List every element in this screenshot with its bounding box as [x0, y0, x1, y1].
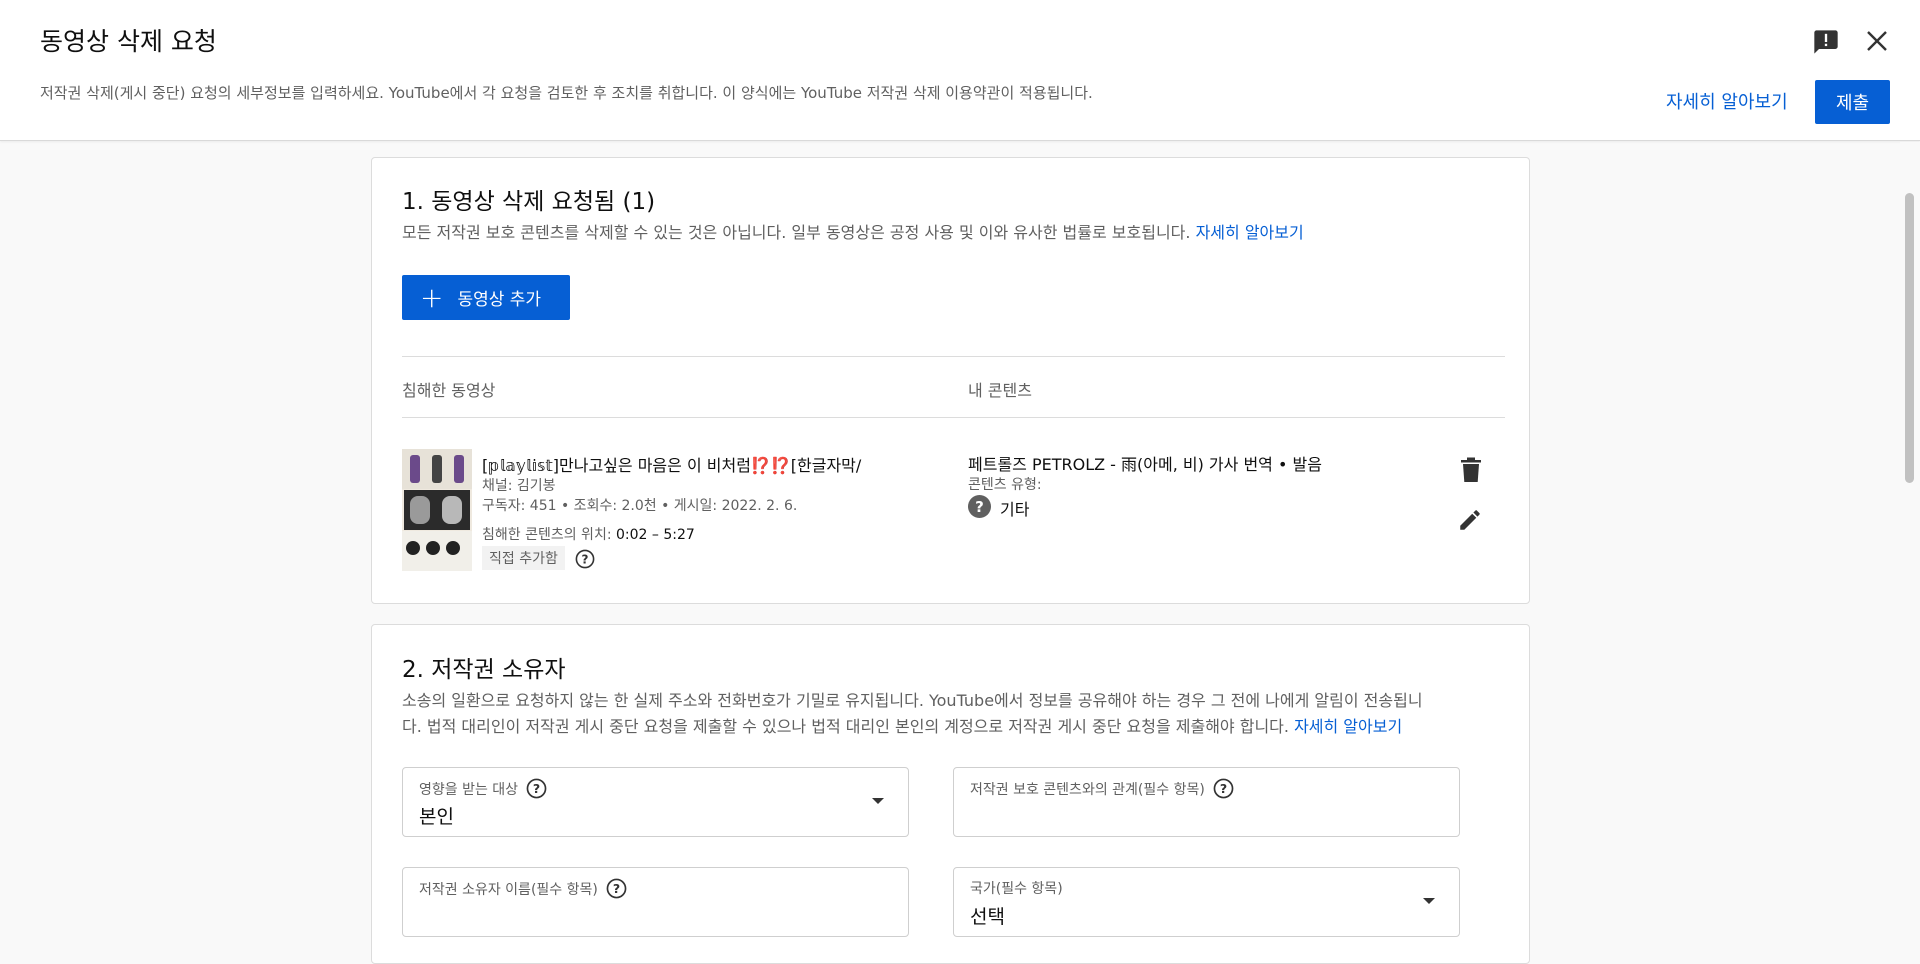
scrollbar-thumb[interactable] — [1905, 193, 1914, 483]
learn-more-link[interactable]: 자세히 알아보기 — [1666, 88, 1788, 114]
close-icon — [1867, 31, 1887, 51]
owner-name-field[interactable]: 저작권 소유자 이름(필수 항목) ? — [402, 867, 909, 937]
column-header-infringing: 침해한 동영상 — [402, 381, 496, 400]
section-title: 2. 저작권 소유자 — [402, 657, 566, 683]
added-manually-chip: 직접 추가함 — [482, 546, 565, 570]
question-icon: ? — [968, 495, 991, 518]
add-video-button[interactable]: + 동영상 추가 — [402, 275, 570, 320]
submit-button[interactable]: 제출 — [1815, 80, 1890, 124]
help-icon[interactable]: ? — [574, 548, 596, 570]
svg-text:?: ? — [533, 781, 540, 796]
infringing-location: 침해한 콘텐츠의 위치: 0:02 – 5:27 — [482, 527, 695, 543]
edit-button[interactable] — [1455, 505, 1485, 535]
dropdown-arrow-icon — [872, 798, 884, 804]
content-type-value: 기타 — [1000, 500, 1030, 519]
svg-text:?: ? — [1220, 781, 1227, 796]
removal-requested-section: 1. 동영상 삭제 요청됨 (1) 모든 저작권 보호 콘텐츠를 삭제할 수 있… — [371, 157, 1530, 604]
content-type-label: 콘텐츠 유형: — [968, 477, 1042, 493]
section-title: 1. 동영상 삭제 요청됨 (1) — [402, 189, 656, 215]
divider — [402, 356, 1505, 357]
divider — [402, 417, 1505, 418]
section-description: 소송의 일환으로 요청하지 않는 한 실제 주소와 전화번호가 기밀로 유지됩니… — [402, 691, 1423, 736]
video-stats: 구독자: 451 • 조회수: 2.0천 • 게시일: 2022. 2. 6. — [482, 498, 798, 514]
location-value: 0:02 – 5:27 — [616, 527, 695, 543]
page-description: 저작권 삭제(게시 중단) 요청의 세부정보를 입력하세요. YouTube에서… — [40, 84, 1093, 102]
dropdown-arrow-icon — [1423, 898, 1435, 904]
affected-party-value: 본인 — [419, 806, 454, 828]
page-header: 동영상 삭제 요청 저작권 삭제(게시 중단) 요청의 세부정보를 입력하세요.… — [0, 0, 1920, 141]
video-thumbnail[interactable] — [402, 449, 472, 571]
section-description: 모든 저작권 보호 콘텐츠를 삭제할 수 있는 것은 아닙니다. 일부 동영상은… — [402, 223, 1304, 242]
learn-more-link[interactable]: 자세히 알아보기 — [1294, 717, 1402, 736]
close-button[interactable] — [1860, 24, 1894, 58]
country-value: 선택 — [970, 906, 1005, 928]
relationship-field[interactable]: 저작권 보호 콘텐츠와의 관계(필수 항목) ? — [953, 767, 1460, 837]
svg-text:?: ? — [582, 553, 589, 567]
pencil-icon — [1460, 510, 1480, 530]
my-content-title: 페트롤즈 PETROLZ - 雨(아메, 비) 가사 번역 • 발음 — [968, 455, 1322, 474]
trash-icon — [1461, 457, 1481, 482]
add-video-label: 동영상 추가 — [457, 290, 542, 310]
help-icon[interactable]: ? — [1213, 778, 1234, 799]
svg-text:?: ? — [613, 881, 620, 896]
plus-icon: + — [420, 280, 444, 314]
learn-more-link[interactable]: 자세히 알아보기 — [1196, 223, 1304, 242]
help-icon[interactable]: ? — [526, 778, 547, 799]
delete-button[interactable] — [1456, 455, 1486, 485]
page-title: 동영상 삭제 요청 — [40, 27, 217, 56]
copyright-owner-section: 2. 저작권 소유자 소송의 일환으로 요청하지 않는 한 실제 주소와 전화번… — [371, 624, 1530, 964]
video-title[interactable]: [𝕡𝕝𝕒𝕪𝕝𝕚𝕤𝕥]만나고싶은 마음은 이 비처럼⁉️⁉️[한글자막/ — [482, 452, 861, 476]
feedback-icon — [1814, 30, 1838, 54]
country-select[interactable]: 국가(필수 항목) 선택 — [953, 867, 1460, 937]
column-header-my-content: 내 콘텐츠 — [968, 381, 1032, 400]
affected-party-select[interactable]: 영향을 받는 대상 ? 본인 — [402, 767, 909, 837]
video-channel: 채널: 김기봉 — [482, 478, 556, 494]
help-icon[interactable]: ? — [606, 878, 627, 899]
feedback-button[interactable] — [1810, 26, 1842, 58]
